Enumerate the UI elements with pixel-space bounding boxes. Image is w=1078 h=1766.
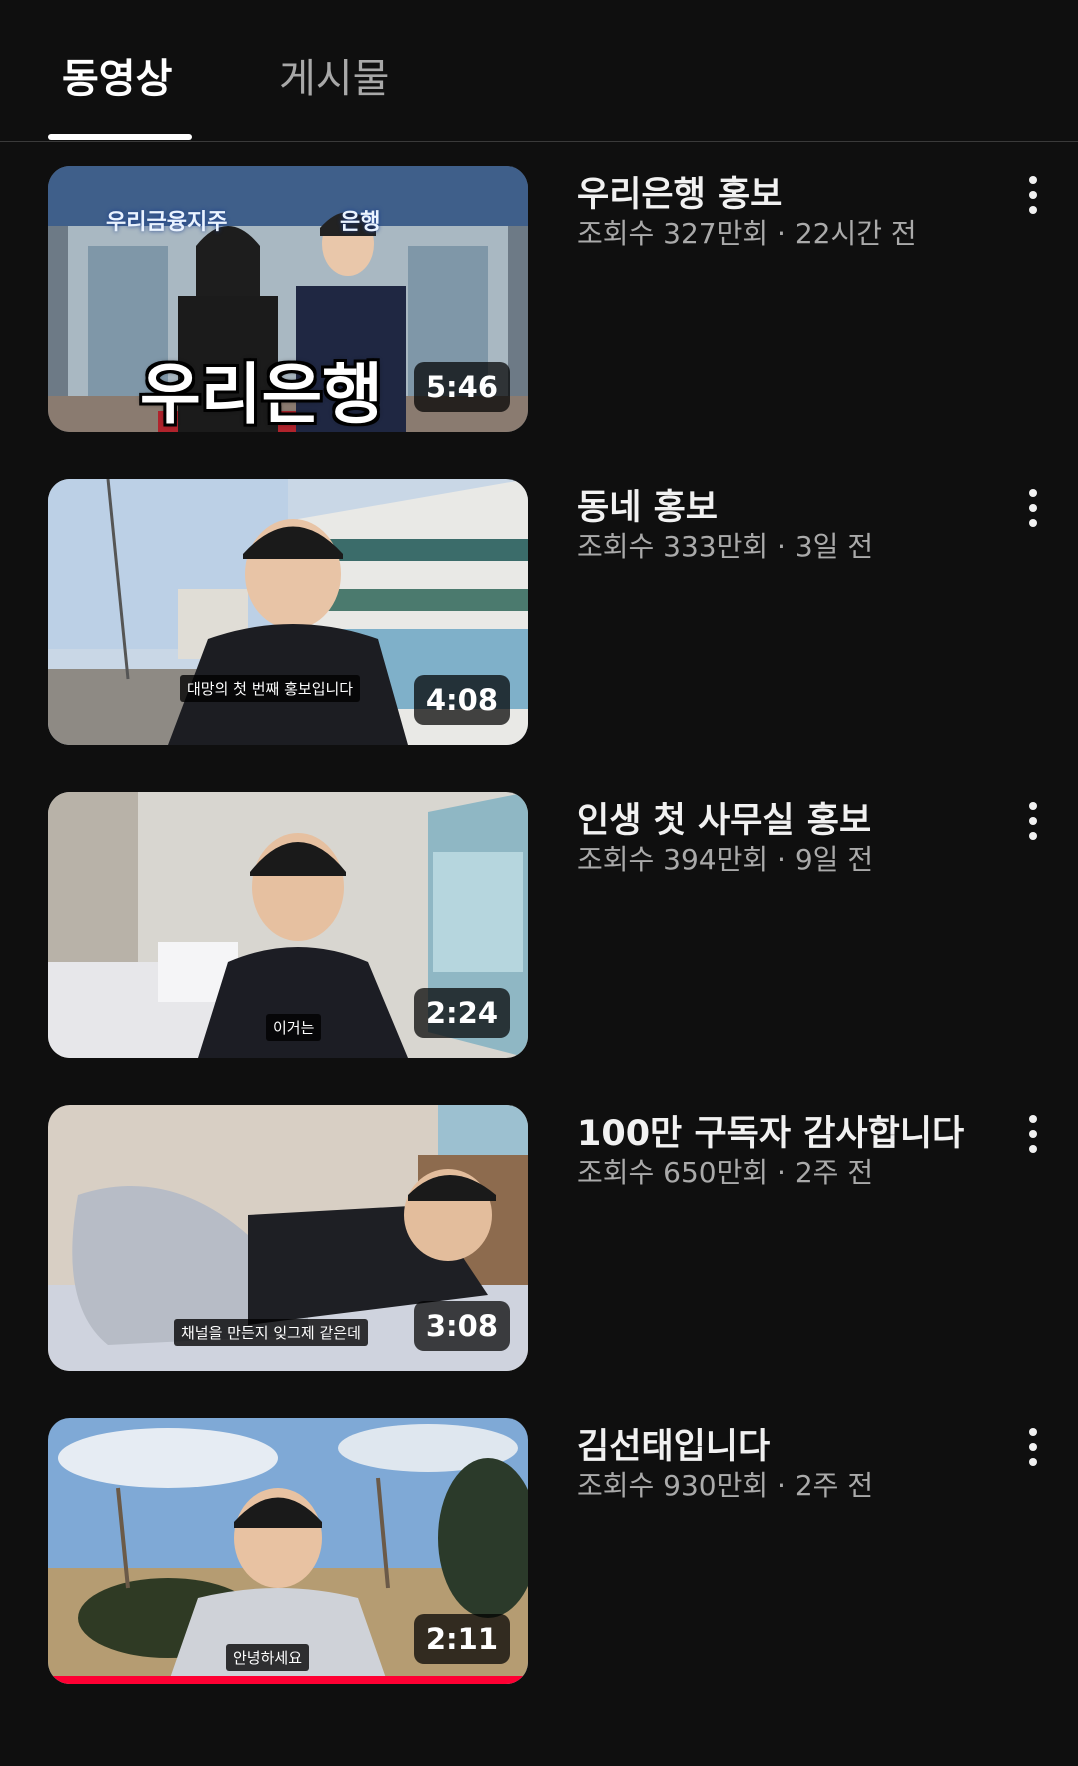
thumbnail-caption: 안녕하세요 (226, 1644, 310, 1671)
video-item[interactable]: 채널을 만든지 잊그제 같은데 3:08 100만 구독자 감사합니다 조회수 … (0, 1105, 1078, 1371)
video-thumbnail[interactable]: 우리금융지주 은행 우리은행 5:46 (48, 166, 528, 432)
thumbnail-sign-text: 은행 (340, 210, 381, 235)
duration-badge: 4:08 (413, 675, 510, 725)
video-title[interactable]: 인생 첫 사무실 홍보 (577, 792, 871, 843)
video-thumbnail[interactable]: 대망의 첫 번째 홍보입니다 4:08 (48, 479, 528, 745)
video-item[interactable]: 대망의 첫 번째 홍보입니다 4:08 동네 홍보 조회수 333만회 · 3일… (0, 479, 1078, 745)
thumbnail-caption: 이거는 (266, 1014, 322, 1041)
channel-tabs: 동영상 게시물 (0, 0, 1078, 142)
video-item[interactable]: 안녕하세요 2:11 김선태입니다 조회수 930만회 · 2주 전 (0, 1418, 1078, 1684)
duration-badge: 2:11 (413, 1614, 510, 1664)
duration-badge: 2:24 (413, 988, 510, 1038)
video-meta: 조회수 930만회 · 2주 전 (577, 1469, 874, 1502)
duration-badge: 5:46 (413, 362, 510, 412)
video-meta: 조회수 650만회 · 2주 전 (577, 1156, 874, 1189)
video-title[interactable]: 우리은행 홍보 (577, 166, 782, 217)
video-item[interactable]: 우리금융지주 은행 우리은행 5:46 우리은행 홍보 조회수 327만회 · … (0, 166, 1078, 432)
video-thumbnail[interactable]: 채널을 만든지 잊그제 같은데 3:08 (48, 1105, 528, 1371)
more-vert-icon[interactable] (1018, 479, 1048, 539)
video-thumbnail[interactable]: 안녕하세요 2:11 (48, 1418, 528, 1684)
video-meta: 조회수 394만회 · 9일 전 (577, 843, 874, 876)
video-title[interactable]: 100만 구독자 감사합니다 (577, 1105, 964, 1156)
thumbnail-overlay-title: 우리은행 (140, 356, 383, 432)
video-thumbnail[interactable]: 이거는 2:24 (48, 792, 528, 1058)
thumbnail-caption: 채널을 만든지 잊그제 같은데 (174, 1319, 368, 1346)
video-title[interactable]: 동네 홍보 (577, 479, 718, 530)
more-vert-icon[interactable] (1018, 792, 1048, 852)
video-meta: 조회수 333만회 · 3일 전 (577, 530, 874, 563)
video-title[interactable]: 김선태입니다 (577, 1418, 770, 1469)
more-vert-icon[interactable] (1018, 1105, 1048, 1165)
thumbnail-caption: 대망의 첫 번째 홍보입니다 (180, 675, 361, 702)
more-vert-icon[interactable] (1018, 1418, 1048, 1478)
tab-videos[interactable]: 동영상 (62, 46, 172, 104)
thumbnail-sign-text: 우리금융지주 (106, 210, 228, 235)
more-vert-icon[interactable] (1018, 166, 1048, 226)
video-item[interactable]: 이거는 2:24 인생 첫 사무실 홍보 조회수 394만회 · 9일 전 (0, 792, 1078, 1058)
watch-progress-bar (48, 1676, 528, 1684)
duration-badge: 3:08 (413, 1301, 510, 1351)
active-tab-indicator (48, 134, 192, 140)
video-meta: 조회수 327만회 · 22시간 전 (577, 217, 917, 250)
tab-posts[interactable]: 게시물 (279, 46, 389, 104)
